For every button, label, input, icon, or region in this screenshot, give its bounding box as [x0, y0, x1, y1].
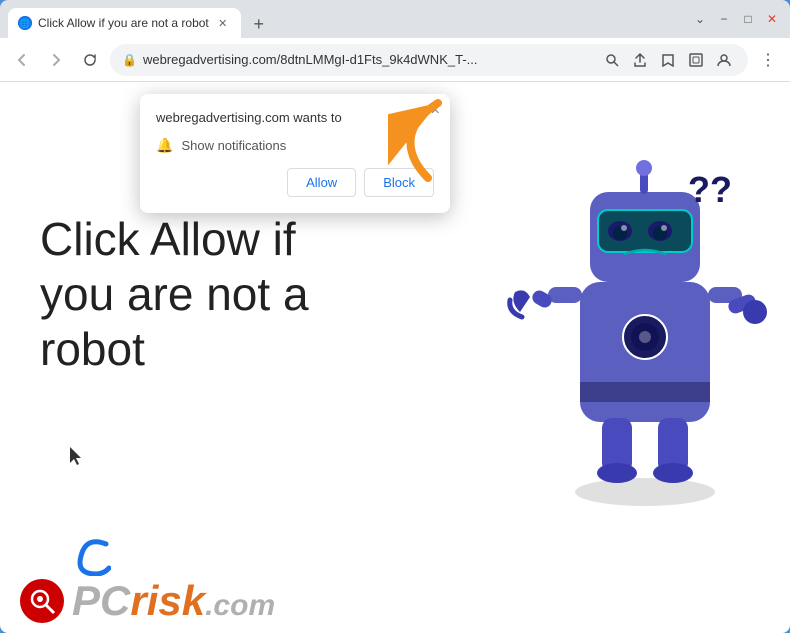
url-text: webregadvertising.com/8dtnLMMgI-d1Fts_9k… [143, 52, 594, 67]
account-icon[interactable] [712, 48, 736, 72]
close-button[interactable]: ✕ [762, 9, 782, 29]
pcrisk-text: PCrisk.com [72, 580, 275, 622]
browser-window: 🌐 Click Allow if you are not a robot ✕ +… [0, 0, 790, 633]
browser-menu-button[interactable]: ⋮ [754, 46, 782, 74]
svg-text:??: ?? [688, 169, 732, 210]
popup-notification-text: Show notifications [181, 138, 286, 153]
url-action-icons [600, 48, 736, 72]
title-bar: 🌐 Click Allow if you are not a robot ✕ +… [0, 0, 790, 38]
maximize-button[interactable]: □ [738, 9, 758, 29]
tab-title: Click Allow if you are not a robot [38, 16, 209, 30]
tab-favicon-icon: 🌐 [18, 16, 32, 30]
pcrisk-c-icon [76, 536, 111, 581]
svg-text:🌐: 🌐 [19, 18, 30, 29]
extension-icon[interactable] [684, 48, 708, 72]
active-tab[interactable]: 🌐 Click Allow if you are not a robot ✕ [8, 8, 241, 38]
minimize-button[interactable]: − [714, 9, 734, 29]
mouse-cursor [70, 447, 86, 473]
allow-button[interactable]: Allow [287, 168, 356, 197]
new-tab-button[interactable]: + [245, 10, 273, 38]
tab-close-button[interactable]: ✕ [215, 15, 231, 31]
share-icon[interactable] [628, 48, 652, 72]
bookmark-icon[interactable] [656, 48, 680, 72]
lock-icon: 🔒 [122, 53, 137, 67]
pcrisk-circle-icon [20, 579, 64, 623]
window-controls: ⌄ − □ ✕ [690, 9, 782, 29]
url-bar[interactable]: 🔒 webregadvertising.com/8dtnLMMgI-d1Fts_… [110, 44, 748, 76]
chevron-down-icon[interactable]: ⌄ [690, 9, 710, 29]
tab-area: 🌐 Click Allow if you are not a robot ✕ + [8, 0, 684, 38]
robot-illustration: ?? [490, 92, 770, 512]
arrow-overlay [388, 98, 468, 188]
risk-text: risk [130, 577, 205, 624]
pc-text: PC [72, 577, 130, 624]
reload-button[interactable] [76, 46, 104, 74]
back-button[interactable] [8, 46, 36, 74]
pcrisk-logo: PCrisk.com [20, 579, 275, 623]
com-text: .com [205, 589, 275, 622]
address-bar: 🔒 webregadvertising.com/8dtnLMMgI-d1Fts_… [0, 38, 790, 82]
forward-button[interactable] [42, 46, 70, 74]
main-text: Click Allow if you are not a robot [40, 212, 370, 378]
page-content: × webregadvertising.com wants to 🔔 Show … [0, 82, 790, 633]
bell-icon: 🔔 [156, 137, 173, 154]
search-icon[interactable] [600, 48, 624, 72]
